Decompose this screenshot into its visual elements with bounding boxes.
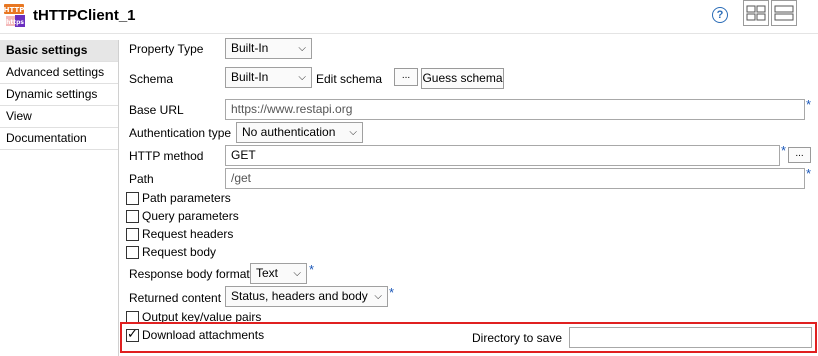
sidebar-item-view[interactable]: View <box>0 106 118 128</box>
chevron-down-icon: ⌵ <box>298 43 306 54</box>
sidebar-item-dynamic-settings[interactable]: Dynamic settings <box>0 84 118 106</box>
title-bar: HTTP https tHTTPClient_1 ? <box>0 0 818 33</box>
directory-to-save-label: Directory to save <box>472 331 563 345</box>
grid-view-icon <box>746 5 766 21</box>
auth-type-value: No authentication <box>242 125 336 139</box>
property-type-label: Property Type <box>129 42 204 56</box>
request-body-checkbox[interactable] <box>126 246 139 259</box>
path-label: Path <box>129 172 154 186</box>
svg-text:HTTP: HTTP <box>4 6 24 14</box>
request-body-label: Request body <box>142 245 217 259</box>
list-view-icon <box>774 5 794 21</box>
chevron-down-icon: ⌵ <box>374 291 382 302</box>
schema-value: Built-In <box>231 70 269 84</box>
auth-type-label: Authentication type <box>129 126 232 140</box>
returned-content-label: Returned content <box>129 291 222 305</box>
response-body-format-value: Text <box>256 266 279 280</box>
chevron-down-icon: ⌵ <box>298 72 306 83</box>
http-method-label: HTTP method <box>129 149 204 163</box>
download-attachments-checkbox[interactable] <box>126 326 139 342</box>
sidebar-item-documentation[interactable]: Documentation <box>0 128 118 150</box>
help-icon[interactable]: ? <box>712 7 728 23</box>
grid-view-button[interactable] <box>743 0 769 26</box>
http-method-more-button[interactable]: ... <box>788 147 811 163</box>
guess-schema-button[interactable]: Guess schema <box>421 68 504 89</box>
property-type-select[interactable]: Built-In ⌵ <box>225 38 312 59</box>
property-type-value: Built-In <box>231 41 269 55</box>
base-url-input[interactable]: https://www.restapi.org <box>225 99 805 120</box>
auth-type-select[interactable]: No authentication ⌵ <box>236 122 363 143</box>
svg-text:https: https <box>6 19 24 26</box>
path-parameters-label: Path parameters <box>142 191 231 205</box>
sidebar-item-advanced-settings[interactable]: Advanced settings <box>0 62 118 84</box>
base-url-required-mark: * <box>806 97 812 112</box>
sidebar-item-basic-settings[interactable]: Basic settings <box>0 40 118 62</box>
path-required-mark: * <box>806 166 812 181</box>
chevron-down-icon: ⌵ <box>293 268 301 279</box>
http-component-icon: HTTP https <box>4 4 26 28</box>
http-method-required-mark: * <box>781 143 787 158</box>
chevron-down-icon: ⌵ <box>349 127 357 138</box>
list-view-button[interactable] <box>771 0 797 26</box>
http-method-input[interactable]: GET <box>225 145 780 166</box>
settings-sidebar: Basic settings Advanced settings Dynamic… <box>0 40 119 356</box>
component-title: tHTTPClient_1 <box>33 7 136 24</box>
path-parameters-checkbox[interactable] <box>126 192 139 205</box>
directory-to-save-input[interactable] <box>569 327 812 348</box>
response-body-format-select[interactable]: Text ⌵ <box>250 263 307 284</box>
path-input[interactable]: /get <box>225 168 805 189</box>
query-parameters-label: Query parameters <box>142 209 239 223</box>
schema-select[interactable]: Built-In ⌵ <box>225 67 312 88</box>
request-headers-checkbox[interactable] <box>126 228 139 241</box>
edit-schema-button[interactable]: ... <box>394 68 418 86</box>
response-body-format-label: Response body format <box>129 267 250 281</box>
download-attachments-label: Download attachments <box>142 328 265 342</box>
response-body-format-required-mark: * <box>309 262 315 277</box>
title-divider <box>0 33 818 34</box>
returned-content-select[interactable]: Status, headers and body ⌵ <box>225 286 388 307</box>
request-headers-label: Request headers <box>142 227 234 241</box>
base-url-label: Base URL <box>129 103 184 117</box>
returned-content-value: Status, headers and body <box>231 289 368 303</box>
returned-content-required-mark: * <box>389 285 395 300</box>
query-parameters-checkbox[interactable] <box>126 210 139 223</box>
schema-label: Schema <box>129 72 174 86</box>
edit-schema-label: Edit schema <box>316 72 383 86</box>
